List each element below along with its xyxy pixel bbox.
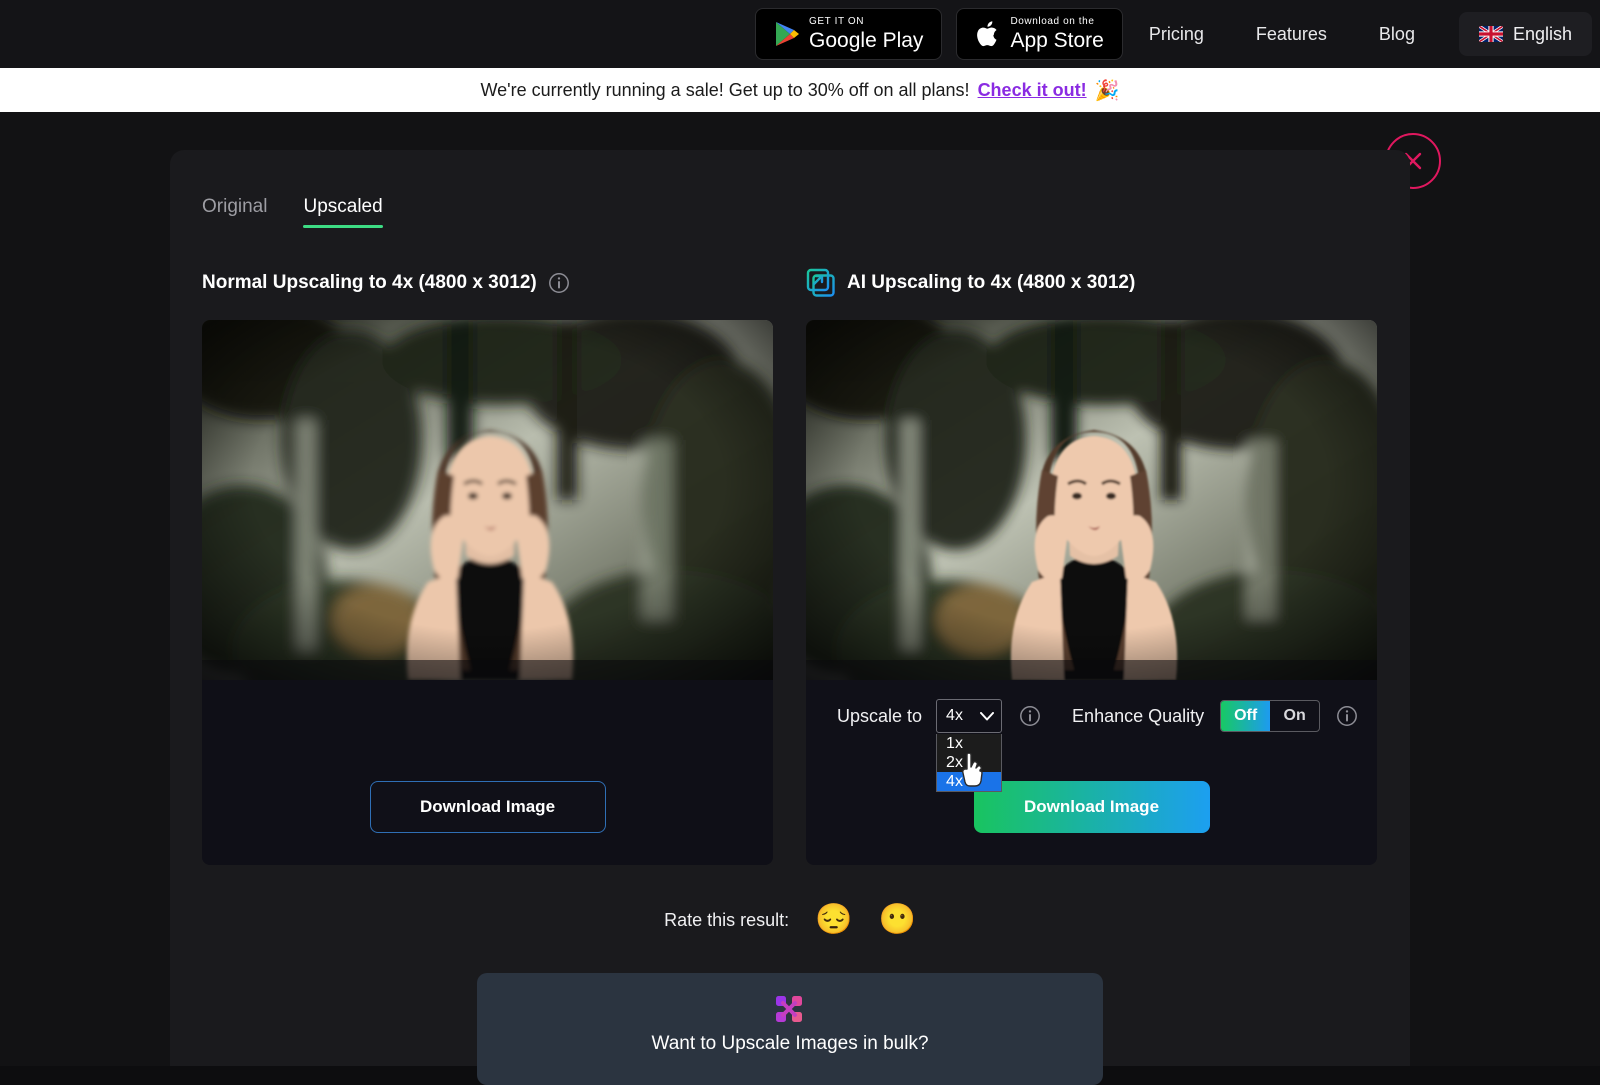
ai-panel-header: AI Upscaling to 4x (4800 x 3012) xyxy=(806,266,1377,300)
bulk-upscale-banner[interactable]: Want to Upscale Images in bulk? xyxy=(477,973,1103,1085)
ai-controls-row: Upscale to 4x 1x 2x 4x Enhance Quality O… xyxy=(806,680,1377,792)
enhance-quality-off-segment[interactable]: Off xyxy=(1221,701,1271,731)
result-tabs: Original Upscaled xyxy=(202,196,1378,228)
nav-link-pricing[interactable]: Pricing xyxy=(1123,24,1230,45)
normal-download-row: Download Image xyxy=(202,752,773,862)
normal-result-card: Download Image xyxy=(202,320,773,865)
rate-result-row: Rate this result: 😔 😶 xyxy=(202,905,1378,935)
upscale-result-modal: Original Upscaled Normal Upscaling to 4x… xyxy=(170,150,1410,1085)
sale-banner-text: We're currently running a sale! Get up t… xyxy=(480,79,970,100)
sale-banner-link[interactable]: Check it out! xyxy=(978,80,1087,101)
google-play-icon xyxy=(776,22,800,46)
bulk-upscale-text: Want to Upscale Images in bulk? xyxy=(651,1033,929,1054)
chevron-down-icon xyxy=(980,711,995,720)
app-store-badge[interactable]: Download on the App Store xyxy=(956,8,1123,60)
normal-upscaled-image xyxy=(202,320,773,680)
google-play-badge[interactable]: GET IT ON Google Play xyxy=(755,8,943,60)
ai-panel-title: AI Upscaling to 4x (4800 x 3012) xyxy=(847,272,1136,293)
ai-result-card: Upscale to 4x 1x 2x 4x Enhance Quality O… xyxy=(806,320,1377,865)
google-play-label: Google Play xyxy=(809,29,924,52)
ai-card-body: Upscale to 4x 1x 2x 4x Enhance Quality O… xyxy=(806,680,1377,865)
normal-panel-title: Normal Upscaling to 4x (4800 x 3012) xyxy=(202,272,537,293)
upscale-option-2x[interactable]: 2x xyxy=(937,753,1001,772)
language-selector[interactable]: English xyxy=(1458,12,1592,56)
info-icon[interactable] xyxy=(1019,705,1041,727)
nav-link-blog[interactable]: Blog xyxy=(1353,24,1441,45)
app-store-small-label: Download on the xyxy=(1010,16,1095,27)
uk-flag-icon xyxy=(1478,26,1503,42)
info-icon[interactable] xyxy=(548,272,570,294)
normal-upscaling-panel: Normal Upscaling to 4x (4800 x 3012) Dow… xyxy=(202,266,773,865)
google-play-small-label: GET IT ON xyxy=(809,16,865,27)
normal-panel-header: Normal Upscaling to 4x (4800 x 3012) xyxy=(202,266,773,300)
info-icon[interactable] xyxy=(1336,705,1358,727)
upscale-factor-select[interactable]: 4x xyxy=(936,699,1003,733)
photo-woman-foliage-normal xyxy=(202,320,773,680)
comparison-panels: Normal Upscaling to 4x (4800 x 3012) Dow… xyxy=(202,266,1378,865)
ai-upscale-icon xyxy=(806,268,835,297)
rate-result-label: Rate this result: xyxy=(664,909,790,930)
top-navigation-bar: GET IT ON Google Play Download on the Ap… xyxy=(0,0,1600,68)
normal-card-body: Download Image xyxy=(202,680,773,865)
ai-upscaled-image xyxy=(806,320,1377,680)
upscale-factor-value: 4x xyxy=(946,707,963,724)
upscale-factor-dropdown[interactable]: 1x 2x 4x xyxy=(936,734,1003,792)
app-store-label: App Store xyxy=(1010,29,1104,52)
sale-banner: We're currently running a sale! Get up t… xyxy=(0,68,1600,112)
party-popper-icon: 🎉 xyxy=(1094,79,1120,102)
modal-overlay: Original Upscaled Normal Upscaling to 4x… xyxy=(0,112,1600,1085)
ai-upscaling-panel: AI Upscaling to 4x (4800 x 3012) Upscale… xyxy=(806,266,1377,865)
rate-emoji-neutral[interactable]: 😶 xyxy=(879,905,916,935)
tab-original[interactable]: Original xyxy=(202,196,267,228)
upscale-option-4x[interactable]: 4x xyxy=(937,772,1002,791)
tab-upscaled[interactable]: Upscaled xyxy=(303,196,383,228)
upscale-option-1x[interactable]: 1x xyxy=(937,734,1001,753)
enhance-quality-label: Enhance Quality xyxy=(1072,705,1205,726)
photo-woman-foliage-ai xyxy=(806,320,1377,680)
ai-download-row: Download Image xyxy=(806,752,1377,862)
enhance-quality-on-segment[interactable]: On xyxy=(1270,701,1319,731)
apple-icon xyxy=(977,21,998,47)
download-image-button-ai[interactable]: Download Image xyxy=(973,781,1210,833)
upscale-to-label: Upscale to xyxy=(837,705,923,726)
language-label: English xyxy=(1512,23,1572,44)
bulk-upscale-logo xyxy=(776,996,802,1022)
enhance-quality-toggle[interactable]: Off On xyxy=(1220,700,1321,732)
download-image-button-normal[interactable]: Download Image xyxy=(369,781,606,833)
nav-link-features[interactable]: Features xyxy=(1230,24,1353,45)
upscale-factor-select-wrapper: 4x 1x 2x 4x xyxy=(936,699,1003,792)
rate-emoji-sad[interactable]: 😔 xyxy=(815,905,852,935)
